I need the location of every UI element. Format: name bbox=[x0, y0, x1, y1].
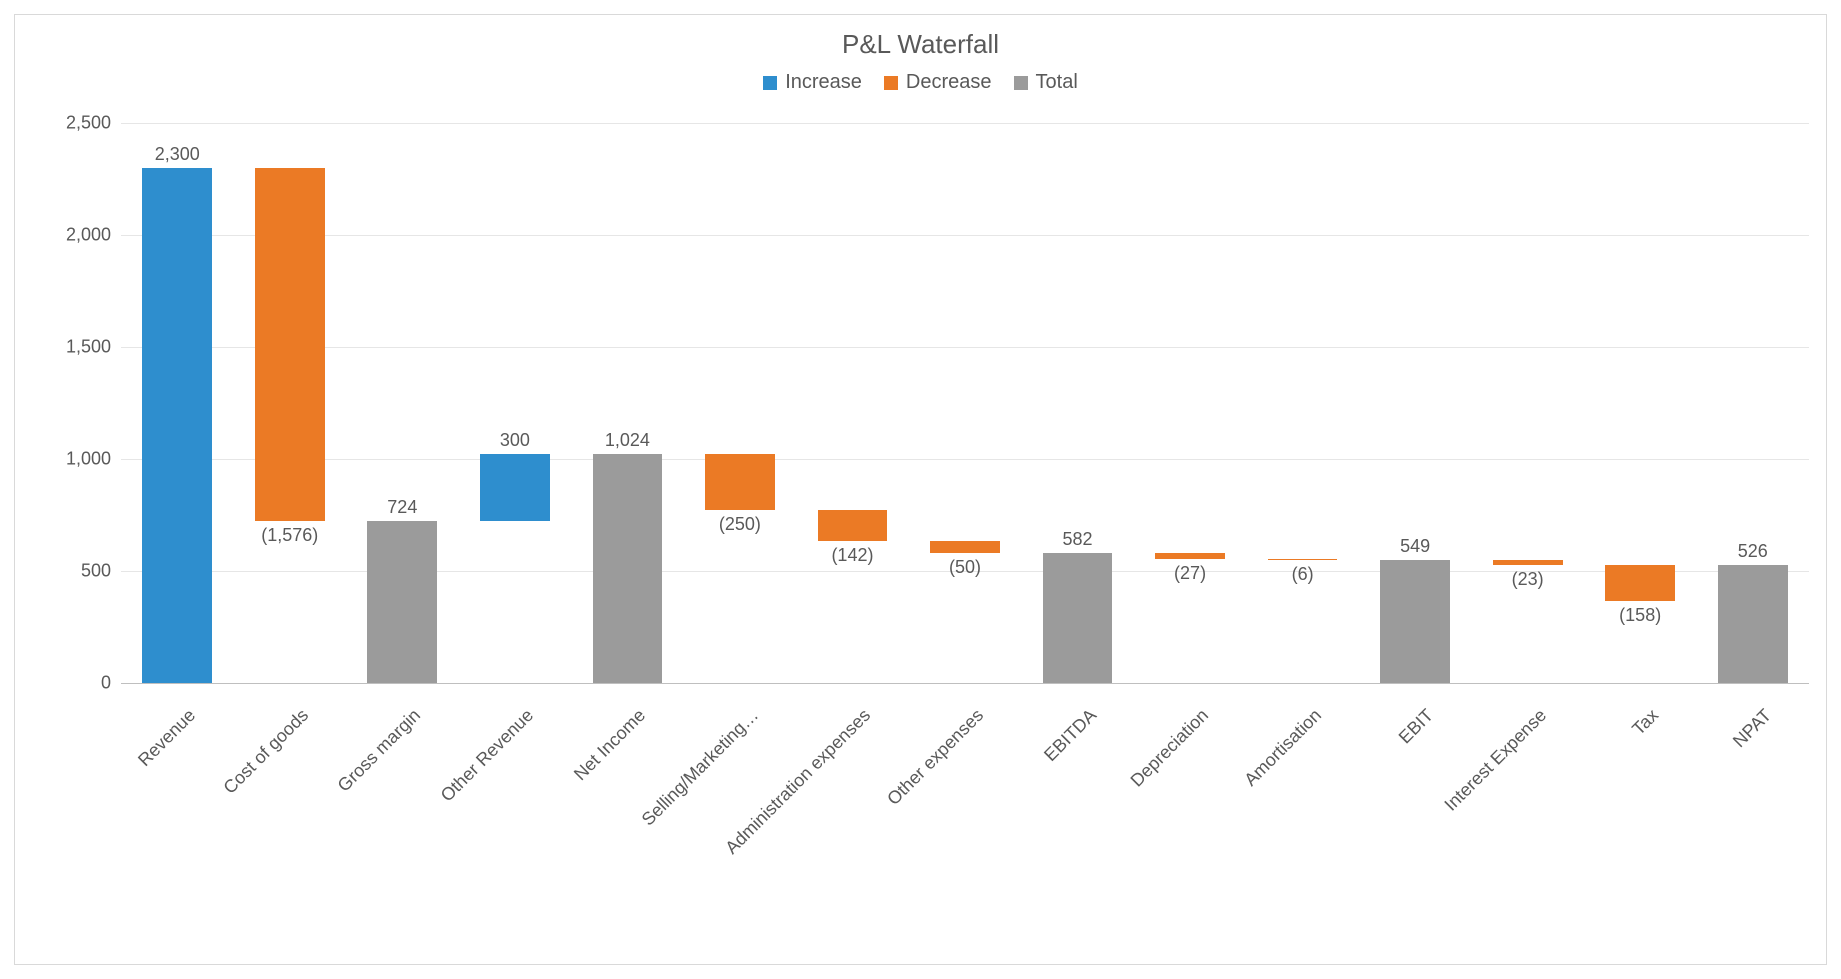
y-tick-label: 2,000 bbox=[21, 225, 111, 246]
legend-swatch-decrease bbox=[884, 76, 898, 90]
bar-value-label: (50) bbox=[905, 557, 1025, 578]
waterfall-bar bbox=[1380, 560, 1450, 683]
bar-value-label: 300 bbox=[455, 430, 575, 451]
plot-area: 05001,0001,5002,0002,5002,300Revenue(1,5… bbox=[121, 123, 1809, 684]
legend: Increase Decrease Total bbox=[15, 71, 1826, 94]
bar-value-label: 582 bbox=[1018, 529, 1138, 550]
waterfall-bar bbox=[1493, 560, 1563, 565]
waterfall-bar bbox=[705, 454, 775, 510]
legend-swatch-increase bbox=[763, 76, 777, 90]
legend-label-increase: Increase bbox=[785, 71, 862, 94]
legend-label-total: Total bbox=[1036, 71, 1078, 94]
bar-value-label: 526 bbox=[1693, 541, 1813, 562]
waterfall-bar bbox=[1268, 559, 1338, 560]
chart-title: P&L Waterfall bbox=[15, 29, 1826, 60]
waterfall-bar bbox=[930, 541, 1000, 552]
gridline bbox=[121, 235, 1809, 236]
bar-value-label: 1,024 bbox=[567, 430, 687, 451]
y-tick-label: 2,500 bbox=[21, 113, 111, 134]
waterfall-bar bbox=[480, 454, 550, 521]
gridline bbox=[121, 347, 1809, 348]
gridline bbox=[121, 123, 1809, 124]
legend-item-increase: Increase bbox=[763, 71, 862, 94]
legend-label-decrease: Decrease bbox=[906, 71, 992, 94]
waterfall-bar bbox=[1043, 553, 1113, 683]
bar-value-label: (250) bbox=[680, 514, 800, 535]
bar-value-label: (1,576) bbox=[230, 525, 350, 546]
chart-frame: P&L Waterfall Increase Decrease Total 05… bbox=[14, 14, 1827, 965]
y-tick-label: 1,000 bbox=[21, 449, 111, 470]
legend-item-total: Total bbox=[1014, 71, 1078, 94]
waterfall-bar bbox=[1718, 565, 1788, 683]
waterfall-bar bbox=[593, 454, 663, 683]
waterfall-bar bbox=[255, 168, 325, 521]
waterfall-bar bbox=[1605, 565, 1675, 600]
bar-value-label: 2,300 bbox=[117, 144, 237, 165]
gridline bbox=[121, 459, 1809, 460]
waterfall-bar bbox=[1155, 553, 1225, 559]
y-tick-label: 500 bbox=[21, 561, 111, 582]
bar-value-label: (158) bbox=[1580, 605, 1700, 626]
bar-value-label: 549 bbox=[1355, 536, 1475, 557]
legend-swatch-total bbox=[1014, 76, 1028, 90]
bar-value-label: 724 bbox=[342, 497, 462, 518]
bar-value-label: (142) bbox=[792, 545, 912, 566]
legend-item-decrease: Decrease bbox=[884, 71, 992, 94]
bar-value-label: (6) bbox=[1243, 564, 1363, 585]
bar-value-label: (23) bbox=[1468, 569, 1588, 590]
y-tick-label: 1,500 bbox=[21, 337, 111, 358]
bar-value-label: (27) bbox=[1130, 563, 1250, 584]
waterfall-bar bbox=[367, 521, 437, 683]
y-tick-label: 0 bbox=[21, 673, 111, 694]
waterfall-bar bbox=[142, 168, 212, 683]
waterfall-bar bbox=[818, 510, 888, 542]
